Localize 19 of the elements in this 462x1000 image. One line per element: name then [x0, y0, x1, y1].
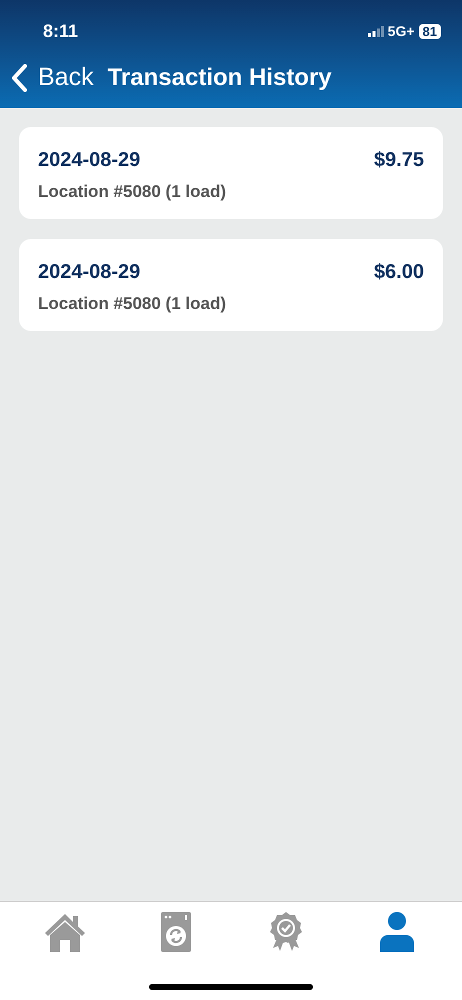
award-badge-icon [270, 912, 302, 952]
status-time: 8:11 [43, 20, 78, 42]
transaction-date: 2024-08-29 [38, 260, 140, 285]
person-icon [380, 912, 414, 952]
transaction-card[interactable]: 2024-08-29 $6.00 Location #5080 (1 load) [19, 239, 443, 331]
back-button[interactable]: Back [11, 59, 94, 96]
battery-indicator: 81 [418, 24, 441, 38]
transaction-amount: $6.00 [374, 260, 424, 285]
washing-machine-icon [160, 912, 191, 952]
home-icon [44, 912, 86, 952]
network-label: 5G+ [388, 22, 415, 40]
signal-icon [368, 26, 384, 36]
transaction-location: Location #5080 (1 load) [38, 182, 226, 201]
transaction-date: 2024-08-29 [38, 148, 140, 173]
chevron-left-icon [11, 64, 28, 92]
page-title: Transaction History [108, 62, 332, 93]
transaction-location: Location #5080 (1 load) [38, 294, 226, 313]
transaction-card[interactable]: 2024-08-29 $9.75 Location #5080 (1 load) [19, 127, 443, 219]
transaction-amount: $9.75 [374, 148, 424, 173]
